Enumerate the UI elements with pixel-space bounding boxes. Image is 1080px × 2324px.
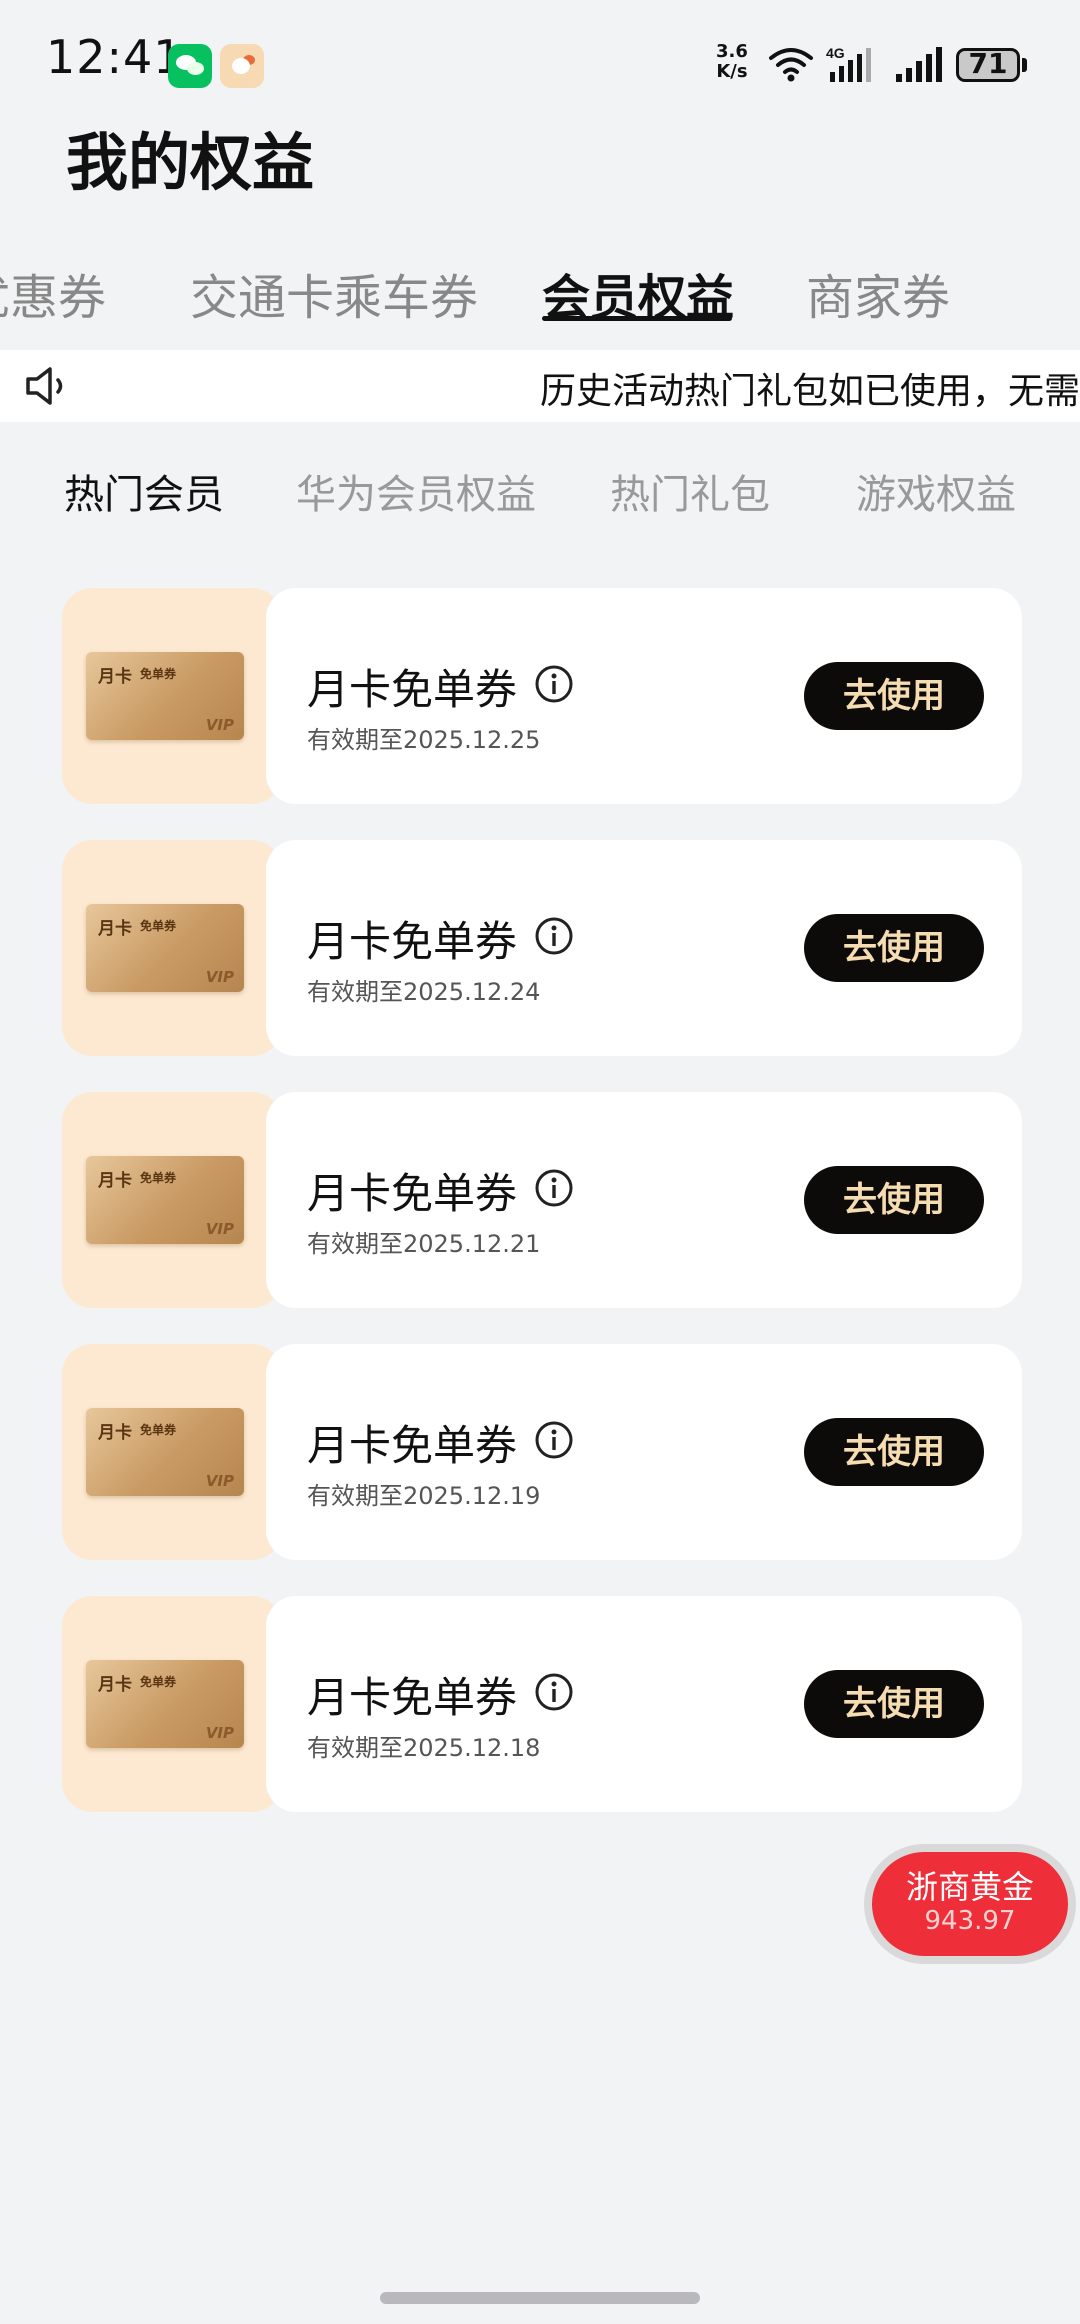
network-speed: 3.6 K/s: [716, 42, 748, 82]
use-coupon-button[interactable]: 去使用: [804, 914, 984, 982]
vip-card-label: 月卡: [98, 1171, 132, 1191]
coupon-title: 月卡免单券: [307, 917, 518, 966]
status-time: 12:41: [46, 30, 184, 84]
vip-card-label: 月卡: [98, 919, 132, 939]
use-coupon-button[interactable]: 去使用: [804, 1166, 984, 1234]
info-icon[interactable]: [534, 1168, 574, 1208]
vip-card-mark: VIP: [205, 1220, 234, 1238]
vip-card-label: 月卡: [98, 667, 132, 687]
wechat-notification-icon: [168, 44, 212, 88]
speaker-icon: [26, 367, 63, 405]
tab-transit-coupons[interactable]: 交通卡乘车券: [190, 258, 478, 328]
vip-card-mark: VIP: [205, 968, 234, 986]
battery-tip: [1022, 58, 1027, 72]
coupon-validity: 有效期至2025.12.19: [307, 1482, 541, 1510]
coupon-item: 月卡 免单券 VIP 月卡免单券 有效期至2025.12.19 去使用: [62, 1344, 1022, 1560]
use-coupon-button[interactable]: 去使用: [804, 1670, 984, 1738]
cellular-signal-icon: [896, 47, 942, 82]
vip-card-sublabel: 免单券: [140, 1423, 177, 1437]
coupon-title: 月卡免单券: [307, 1673, 518, 1722]
vip-card-image: 月卡 免单券 VIP: [86, 904, 244, 992]
vip-card-label: 月卡: [98, 1423, 132, 1443]
tab-coupons[interactable]: 优惠券: [0, 258, 106, 328]
network-speed-value: 3.6: [716, 41, 748, 62]
vip-card-mark: VIP: [205, 1472, 234, 1490]
coupon-title: 月卡免单券: [307, 1169, 518, 1218]
coupon-item: 月卡 免单券 VIP 月卡免单券 有效期至2025.12.18 去使用: [62, 1596, 1022, 1812]
coupon-title: 月卡免单券: [307, 665, 518, 714]
vip-card-sublabel: 免单券: [140, 919, 177, 933]
network-speed-unit: K/s: [716, 61, 748, 82]
vip-card-image: 月卡 免单券 VIP: [86, 1660, 244, 1748]
vip-card-label: 月卡: [98, 1675, 132, 1695]
gold-widget-price: 943.97: [924, 1906, 1016, 1936]
vip-card-mark: VIP: [205, 1724, 234, 1742]
subtab-huawei-member-benefits[interactable]: 华为会员权益: [296, 462, 536, 520]
info-icon[interactable]: [534, 1420, 574, 1460]
app-notification-icon: [220, 44, 264, 88]
gold-price-widget[interactable]: 浙商黄金 943.97: [872, 1852, 1068, 1956]
info-icon[interactable]: [534, 1672, 574, 1712]
info-icon[interactable]: [534, 664, 574, 704]
battery-level: 71: [968, 47, 1008, 80]
coupon-validity: 有效期至2025.12.21: [307, 1230, 541, 1258]
vip-card-image: 月卡 免单券 VIP: [86, 1156, 244, 1244]
vip-card-image: 月卡 免单券 VIP: [86, 652, 244, 740]
subtab-hot-gift-packs[interactable]: 热门礼包: [610, 462, 770, 520]
vip-card-sublabel: 免单券: [140, 1171, 177, 1185]
vip-card-sublabel: 免单券: [140, 1675, 177, 1689]
coupon-item: 月卡 免单券 VIP 月卡免单券 有效期至2025.12.24 去使用: [62, 840, 1022, 1056]
cellular-4g-icon: 4G: [826, 45, 871, 82]
notice-bar[interactable]: 历史活动热门礼包如已使用，无需: [0, 350, 1080, 422]
vip-card-image: 月卡 免单券 VIP: [86, 1408, 244, 1496]
use-coupon-button[interactable]: 去使用: [804, 1418, 984, 1486]
active-tab-indicator: [542, 316, 732, 321]
coupon-validity: 有效期至2025.12.24: [307, 978, 541, 1006]
coupon-item: 月卡 免单券 VIP 月卡免单券 有效期至2025.12.25 去使用: [62, 588, 1022, 804]
page-title: 我的权益: [66, 126, 315, 199]
notice-text: 历史活动热门礼包如已使用，无需: [540, 371, 1080, 412]
coupon-item: 月卡 免单券 VIP 月卡免单券 有效期至2025.12.21 去使用: [62, 1092, 1022, 1308]
vip-card-sublabel: 免单券: [140, 667, 177, 681]
coupon-validity: 有效期至2025.12.25: [307, 726, 541, 754]
subtab-hot-members[interactable]: 热门会员: [64, 462, 224, 520]
home-indicator[interactable]: [380, 2292, 700, 2304]
use-coupon-button[interactable]: 去使用: [804, 662, 984, 730]
subtab-game-benefits[interactable]: 游戏权益: [856, 462, 1016, 520]
gold-widget-name: 浙商黄金: [905, 1868, 1034, 1906]
wifi-icon: [769, 48, 813, 82]
coupon-validity: 有效期至2025.12.18: [307, 1734, 541, 1762]
vip-card-mark: VIP: [205, 716, 234, 734]
info-icon[interactable]: [534, 916, 574, 956]
coupon-title: 月卡免单券: [307, 1421, 518, 1470]
tab-merchant-coupons[interactable]: 商家券: [806, 258, 950, 328]
battery-icon: 71: [956, 47, 1020, 82]
network-type-label: 4G: [826, 45, 845, 61]
